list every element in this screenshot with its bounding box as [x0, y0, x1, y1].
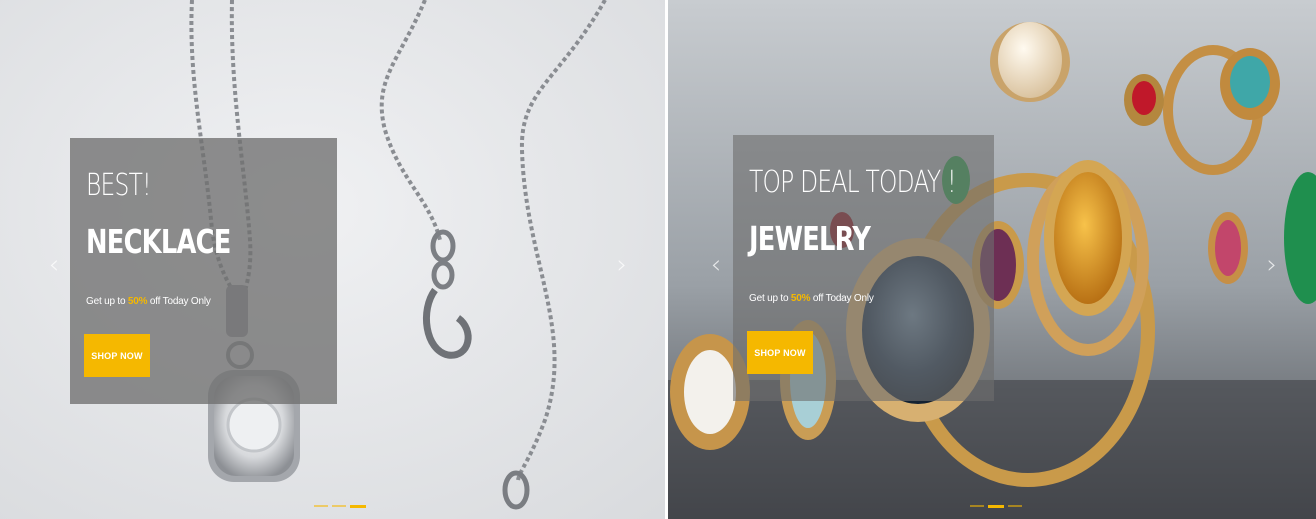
chevron-left-icon[interactable]: ‹ [44, 248, 64, 282]
caption-panel: TOP DEAL TODAY ! JEWELRY Get up to 50% o… [733, 135, 994, 401]
discount-highlight: 50% [790, 293, 811, 304]
subtext-suffix: off Today Only [147, 296, 211, 307]
caption-line2: NECKLACE [86, 222, 231, 261]
hero-slider-jewelry: TOP DEAL TODAY ! JEWELRY Get up to 50% o… [668, 0, 1316, 519]
caption-line1: TOP DEAL TODAY ! [749, 165, 956, 200]
subtext-prefix: Get up to [749, 293, 791, 304]
slider-pagination [314, 504, 366, 509]
caption-panel: BEST! NECKLACE Get up to 50% off Today O… [70, 138, 337, 404]
pagination-dot[interactable] [332, 505, 346, 507]
caption-line1: BEST! [86, 168, 152, 203]
pagination-dot-active[interactable] [350, 504, 366, 508]
hero-slider-necklace: BEST! NECKLACE Get up to 50% off Today O… [0, 0, 665, 519]
pagination-dot[interactable] [1008, 505, 1022, 507]
chevron-left-icon[interactable]: ‹ [706, 248, 726, 282]
shop-now-button[interactable]: SHOP NOW [747, 331, 813, 374]
chevron-right-icon[interactable]: › [1262, 248, 1282, 282]
pagination-dot[interactable] [314, 505, 328, 507]
caption-subtext: Get up to 50% off Today Only [86, 296, 211, 307]
caption-line2: JEWELRY [749, 219, 871, 258]
shop-now-button[interactable]: SHOP NOW [84, 334, 150, 377]
subtext-suffix: off Today Only [810, 293, 874, 304]
pagination-dot[interactable] [970, 505, 984, 507]
subtext-prefix: Get up to [86, 296, 128, 307]
caption-subtext: Get up to 50% off Today Only [749, 293, 874, 304]
slider-pagination [970, 504, 1022, 509]
chevron-right-icon[interactable]: › [612, 248, 632, 282]
hero-banner-row: BEST! NECKLACE Get up to 50% off Today O… [0, 0, 1316, 519]
discount-highlight: 50% [127, 296, 148, 307]
pagination-dot-active[interactable] [988, 504, 1004, 508]
